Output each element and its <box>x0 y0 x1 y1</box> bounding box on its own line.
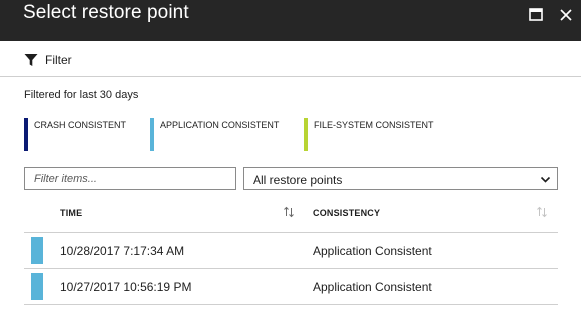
consistency-color-bar <box>31 237 43 264</box>
table-row[interactable]: 10/27/2017 10:56:19 PM Application Consi… <box>24 269 558 305</box>
command-bar: Filter <box>0 41 581 77</box>
dropdown-selected-value: All restore points <box>253 173 343 187</box>
column-header-time[interactable]: TIME <box>60 208 82 218</box>
legend-label: CRASH CONSISTENT <box>34 120 127 130</box>
consistency-color-bar <box>31 273 43 300</box>
legend-swatch <box>304 118 308 151</box>
blade-header: Select restore point <box>0 0 581 41</box>
filter-button[interactable]: Filter <box>24 51 72 69</box>
column-header-consistency[interactable]: CONSISTENCY <box>313 208 380 218</box>
legend-label: FILE-SYSTEM CONSISTENT <box>314 120 434 130</box>
legend-swatch <box>24 118 28 151</box>
sort-updown-icon[interactable] <box>283 206 295 218</box>
table-row[interactable]: 10/28/2017 7:17:34 AM Application Consis… <box>24 233 558 269</box>
row-consistency: Application Consistent <box>313 280 432 294</box>
legend-swatch <box>150 118 154 151</box>
row-time: 10/27/2017 10:56:19 PM <box>60 280 192 294</box>
chevron-down-icon <box>540 176 551 183</box>
maximize-icon[interactable] <box>526 5 546 25</box>
close-icon[interactable] <box>556 5 576 25</box>
restore-point-blade: Select restore point Filter Filtered for… <box>0 0 581 326</box>
row-consistency: Application Consistent <box>313 244 432 258</box>
blade-title: Select restore point <box>23 2 189 23</box>
restore-points-dropdown[interactable]: All restore points <box>243 167 558 190</box>
row-time: 10/28/2017 7:17:34 AM <box>60 244 185 258</box>
funnel-icon <box>24 54 38 66</box>
legend-label: APPLICATION CONSISTENT <box>160 120 280 130</box>
filter-summary: Filtered for last 30 days <box>24 89 139 101</box>
sort-updown-icon[interactable] <box>536 206 548 218</box>
filter-button-label: Filter <box>45 53 72 67</box>
filter-items-box <box>24 167 236 190</box>
table-header: TIME CONSISTENCY <box>24 196 558 233</box>
filter-items-input[interactable] <box>25 168 235 189</box>
restore-points-table: TIME CONSISTENCY 10/28/2017 7:17:34 AM A… <box>24 196 558 305</box>
